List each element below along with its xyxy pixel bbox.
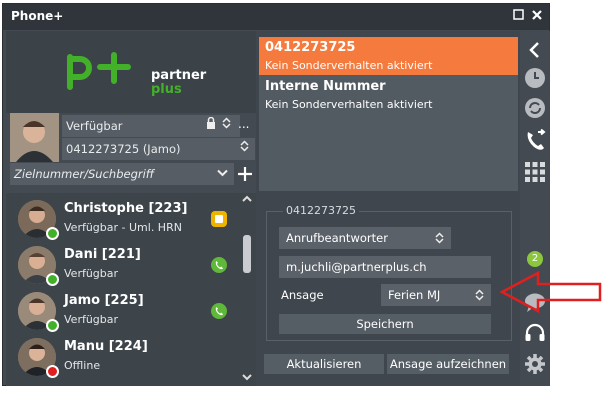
card-subtitle: Kein Sonderverhalten aktiviert: [265, 98, 433, 111]
contacts-list: Christophe [223] Verfügbar - Uml. HRN Da…: [6, 193, 256, 386]
chevron-down-icon[interactable]: [217, 163, 228, 185]
maximize-icon[interactable]: [511, 9, 525, 23]
line-value: 0412273725 (Jamo): [66, 142, 181, 156]
contact-status: Verfügbar: [64, 313, 119, 326]
contact-status: Verfügbar - Uml. HRN: [64, 221, 182, 234]
contact-name: Jamo [225]: [64, 293, 144, 308]
brand-text-bottom: plus: [151, 82, 182, 97]
phoneplus-window: Phone+ partner plus Verfügbar ... 041227…: [2, 3, 550, 386]
mode-select[interactable]: Anrufbeantworter: [279, 227, 451, 249]
logo-area: partner plus: [6, 31, 256, 113]
mode-value: Anrufbeantworter: [286, 231, 388, 245]
lock-icon[interactable]: [206, 115, 216, 137]
call-icon[interactable]: [211, 303, 227, 319]
save-button[interactable]: Speichern: [279, 314, 491, 334]
email-value: m.juchli@partnerplus.ch: [286, 260, 427, 274]
more-menu-button[interactable]: ...: [238, 117, 249, 131]
close-icon[interactable]: [530, 9, 544, 23]
list-item[interactable]: Dani [221] Verfügbar: [6, 243, 238, 289]
record-greeting-button[interactable]: Ansage aufzeichnen: [387, 354, 509, 374]
chevron-up-icon[interactable]: [242, 195, 252, 203]
status-badge: [46, 365, 59, 378]
right-panel: 0412273725 Kein Sonderverhalten aktivier…: [256, 31, 520, 386]
ansage-select[interactable]: Ferien MJ: [381, 284, 491, 306]
number-card-active[interactable]: 0412273725 Kein Sonderverhalten aktivier…: [259, 37, 518, 75]
scrollbar-thumb[interactable]: [243, 235, 251, 273]
email-field[interactable]: m.juchli@partnerplus.ch: [279, 256, 491, 278]
call-icon[interactable]: [211, 257, 227, 273]
side-icon-bar: 2: [520, 31, 550, 386]
contacts-scrollbar[interactable]: [238, 193, 256, 386]
settings-gear-icon[interactable]: [524, 353, 546, 375]
annotation-arrow-icon: [500, 270, 602, 314]
list-item[interactable]: Manu [224] Offline: [6, 335, 238, 381]
contact-name: Manu [224]: [64, 339, 148, 354]
number-card-internal[interactable]: Interne Nummer Kein Sonderverhalten akti…: [259, 75, 518, 191]
line-select[interactable]: 0412273725 (Jamo): [62, 138, 255, 160]
search-input[interactable]: Zielnummer/Suchbegriff: [10, 163, 234, 185]
list-item[interactable]: Jamo [225] Verfügbar: [6, 289, 238, 335]
my-avatar: [10, 113, 59, 162]
updown-icon: [475, 289, 484, 301]
clock-icon[interactable]: [524, 67, 546, 89]
status-value: Verfügbar: [66, 119, 123, 133]
partnerplus-logo-icon: [67, 52, 131, 90]
headset-icon[interactable]: [524, 323, 546, 345]
card-number: 0412273725: [265, 40, 356, 55]
status-badge: [46, 319, 59, 332]
updown-icon: [222, 115, 231, 137]
contact-name: Dani [221]: [64, 247, 141, 262]
title-bar: Phone+: [3, 4, 549, 30]
add-icon[interactable]: [237, 165, 253, 183]
dialpad-icon[interactable]: [524, 161, 546, 183]
ansage-label: Ansage: [281, 288, 324, 302]
number-config-panel: 0412273725 Anrufbeantworter m.juchli@par…: [266, 204, 512, 341]
updown-icon: [240, 138, 249, 160]
chevron-left-icon[interactable]: [524, 39, 546, 61]
card-title: Interne Nummer: [265, 79, 386, 94]
updown-icon: [435, 232, 444, 244]
chevron-down-icon[interactable]: [242, 373, 252, 381]
status-select[interactable]: Verfügbar: [62, 115, 240, 137]
call-forward-icon[interactable]: [524, 128, 546, 151]
sync-icon[interactable]: [524, 97, 546, 119]
status-badge: [46, 273, 59, 286]
left-panel: partner plus Verfügbar ... 0412273725 (J…: [6, 31, 256, 386]
contact-status: Verfügbar: [64, 267, 119, 280]
config-legend: 0412273725: [283, 204, 359, 217]
card-subtitle: Kein Sonderverhalten aktiviert: [265, 59, 433, 72]
search-placeholder: Zielnummer/Suchbegriff: [14, 167, 155, 181]
status-badge: [46, 227, 59, 240]
list-item[interactable]: Christophe [223] Verfügbar - Uml. HRN: [6, 197, 238, 243]
refresh-button[interactable]: Aktualisieren: [264, 354, 384, 374]
contact-name: Christophe [223]: [64, 201, 188, 216]
busy-action-icon[interactable]: [211, 211, 227, 227]
chat-count-badge: 2: [527, 251, 543, 267]
contact-status: Offline: [64, 359, 101, 372]
ansage-value: Ferien MJ: [388, 288, 441, 302]
brand-text-top: partner: [151, 68, 207, 83]
window-title: Phone+: [11, 9, 64, 23]
